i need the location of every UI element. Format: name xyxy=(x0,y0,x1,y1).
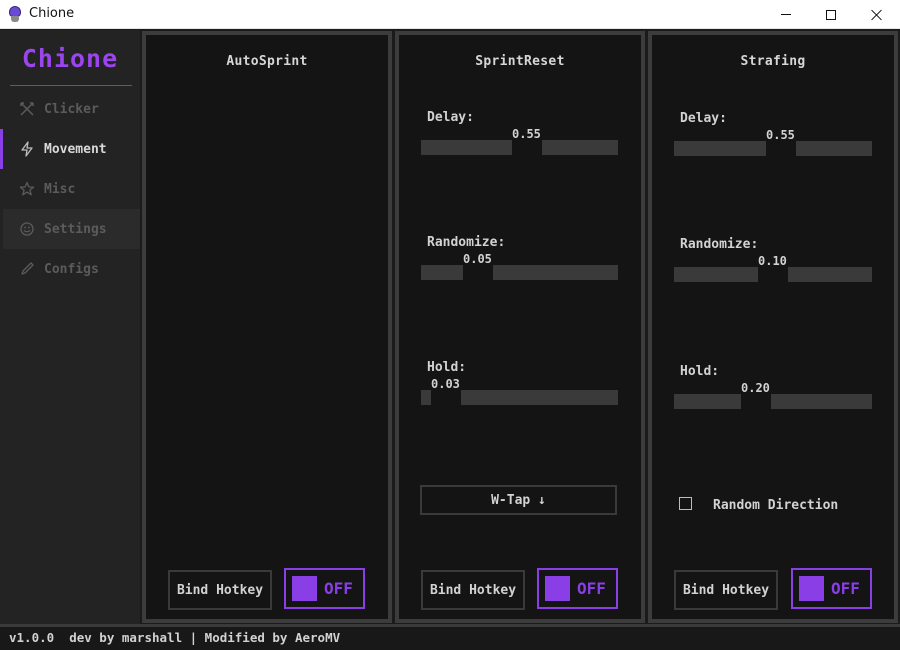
randomize-value: 0.10 xyxy=(758,254,787,268)
slider-track-right xyxy=(542,140,618,155)
toggle-label: OFF xyxy=(831,579,860,598)
toggle-knob xyxy=(292,576,317,601)
strafing-panel: Strafing Delay: 0.55 Randomize: 0.10 Hol… xyxy=(648,31,898,623)
slider-track-right xyxy=(771,394,872,409)
sidebar-item-label: Clicker xyxy=(44,101,99,117)
slider-track-right xyxy=(788,267,872,282)
sprintreset-toggle[interactable]: OFF xyxy=(537,568,618,609)
panel-title: AutoSprint xyxy=(226,54,308,69)
version-credits: v1.0.0 dev by marshall | Modified by Aer… xyxy=(9,630,341,645)
slider-track-right xyxy=(493,265,618,280)
panel-title: Strafing xyxy=(740,54,806,69)
sprintreset-panel: SprintReset Delay: 0.55 Randomize: 0.05 … xyxy=(395,31,645,623)
toggle-knob xyxy=(545,576,570,601)
random-direction-label: Random Direction xyxy=(713,498,839,513)
slider-track-left xyxy=(421,140,512,155)
randomize-label: Randomize: xyxy=(427,235,506,250)
sidebar-item-label: Misc xyxy=(44,181,76,197)
randomize-label: Randomize: xyxy=(680,237,759,252)
pencil-icon xyxy=(19,261,35,277)
sidebar-item-label: Configs xyxy=(44,261,99,277)
autosprint-panel: AutoSprint Bind Hotkey OFF xyxy=(142,31,392,623)
autosprint-toggle[interactable]: OFF xyxy=(284,568,365,609)
autosprint-bind-hotkey-button[interactable]: Bind Hotkey xyxy=(168,570,272,610)
maximize-icon xyxy=(826,9,836,20)
hold-label: Hold: xyxy=(427,360,467,375)
delay-value: 0.55 xyxy=(512,127,541,141)
close-icon xyxy=(871,9,883,21)
hold-value: 0.20 xyxy=(741,381,770,395)
slider-track-right xyxy=(461,390,618,405)
brand-divider xyxy=(10,85,132,86)
minimize-button[interactable] xyxy=(763,0,809,29)
hold-label: Hold: xyxy=(680,364,720,379)
wtap-mode-dropdown[interactable]: W-Tap ↓ xyxy=(420,485,617,515)
close-button[interactable] xyxy=(854,0,900,29)
sidebar-item-label: Movement xyxy=(44,141,107,157)
status-divider xyxy=(0,624,900,627)
slider-track-left xyxy=(421,265,463,280)
panel-title: SprintReset xyxy=(475,54,565,69)
maximize-button[interactable] xyxy=(808,0,854,29)
star-icon xyxy=(19,181,35,197)
sidebar-item-configs[interactable]: Configs xyxy=(0,249,140,289)
sidebar-item-misc[interactable]: Misc xyxy=(0,169,140,209)
sidebar-item-movement[interactable]: Movement xyxy=(0,129,140,169)
randomize-value: 0.05 xyxy=(463,252,492,266)
toggle-knob xyxy=(799,576,824,601)
sidebar-item-clicker[interactable]: Clicker xyxy=(0,89,140,129)
hold-value: 0.03 xyxy=(431,377,460,391)
slider-track-left xyxy=(421,390,431,405)
sidebar: Chione Clicker Movement Misc Settings Co… xyxy=(0,30,140,624)
minimize-icon xyxy=(781,14,791,15)
delay-value: 0.55 xyxy=(766,128,795,142)
lightning-icon xyxy=(19,141,35,157)
strafing-toggle[interactable]: OFF xyxy=(791,568,872,609)
title-bar: Chione xyxy=(0,0,900,29)
random-direction-checkbox[interactable] xyxy=(679,497,692,510)
sidebar-item-settings[interactable]: Settings xyxy=(3,209,140,249)
toggle-label: OFF xyxy=(577,579,606,598)
delay-label: Delay: xyxy=(680,111,727,126)
slider-track-left xyxy=(674,394,741,409)
slider-track-left xyxy=(674,267,758,282)
slider-track-left xyxy=(674,141,766,156)
brand-logo: Chione xyxy=(21,44,119,73)
sidebar-item-label: Settings xyxy=(44,221,107,237)
crossed-swords-icon xyxy=(19,101,35,117)
delay-label: Delay: xyxy=(427,110,474,125)
window-title: Chione xyxy=(29,6,75,21)
status-bar: v1.0.0 dev by marshall | Modified by Aer… xyxy=(0,624,900,650)
app-icon xyxy=(8,6,22,22)
toggle-label: OFF xyxy=(324,579,353,598)
slider-track-right xyxy=(796,141,872,156)
sprintreset-bind-hotkey-button[interactable]: Bind Hotkey xyxy=(421,570,525,610)
strafing-bind-hotkey-button[interactable]: Bind Hotkey xyxy=(674,570,778,610)
smiley-icon xyxy=(19,221,35,237)
